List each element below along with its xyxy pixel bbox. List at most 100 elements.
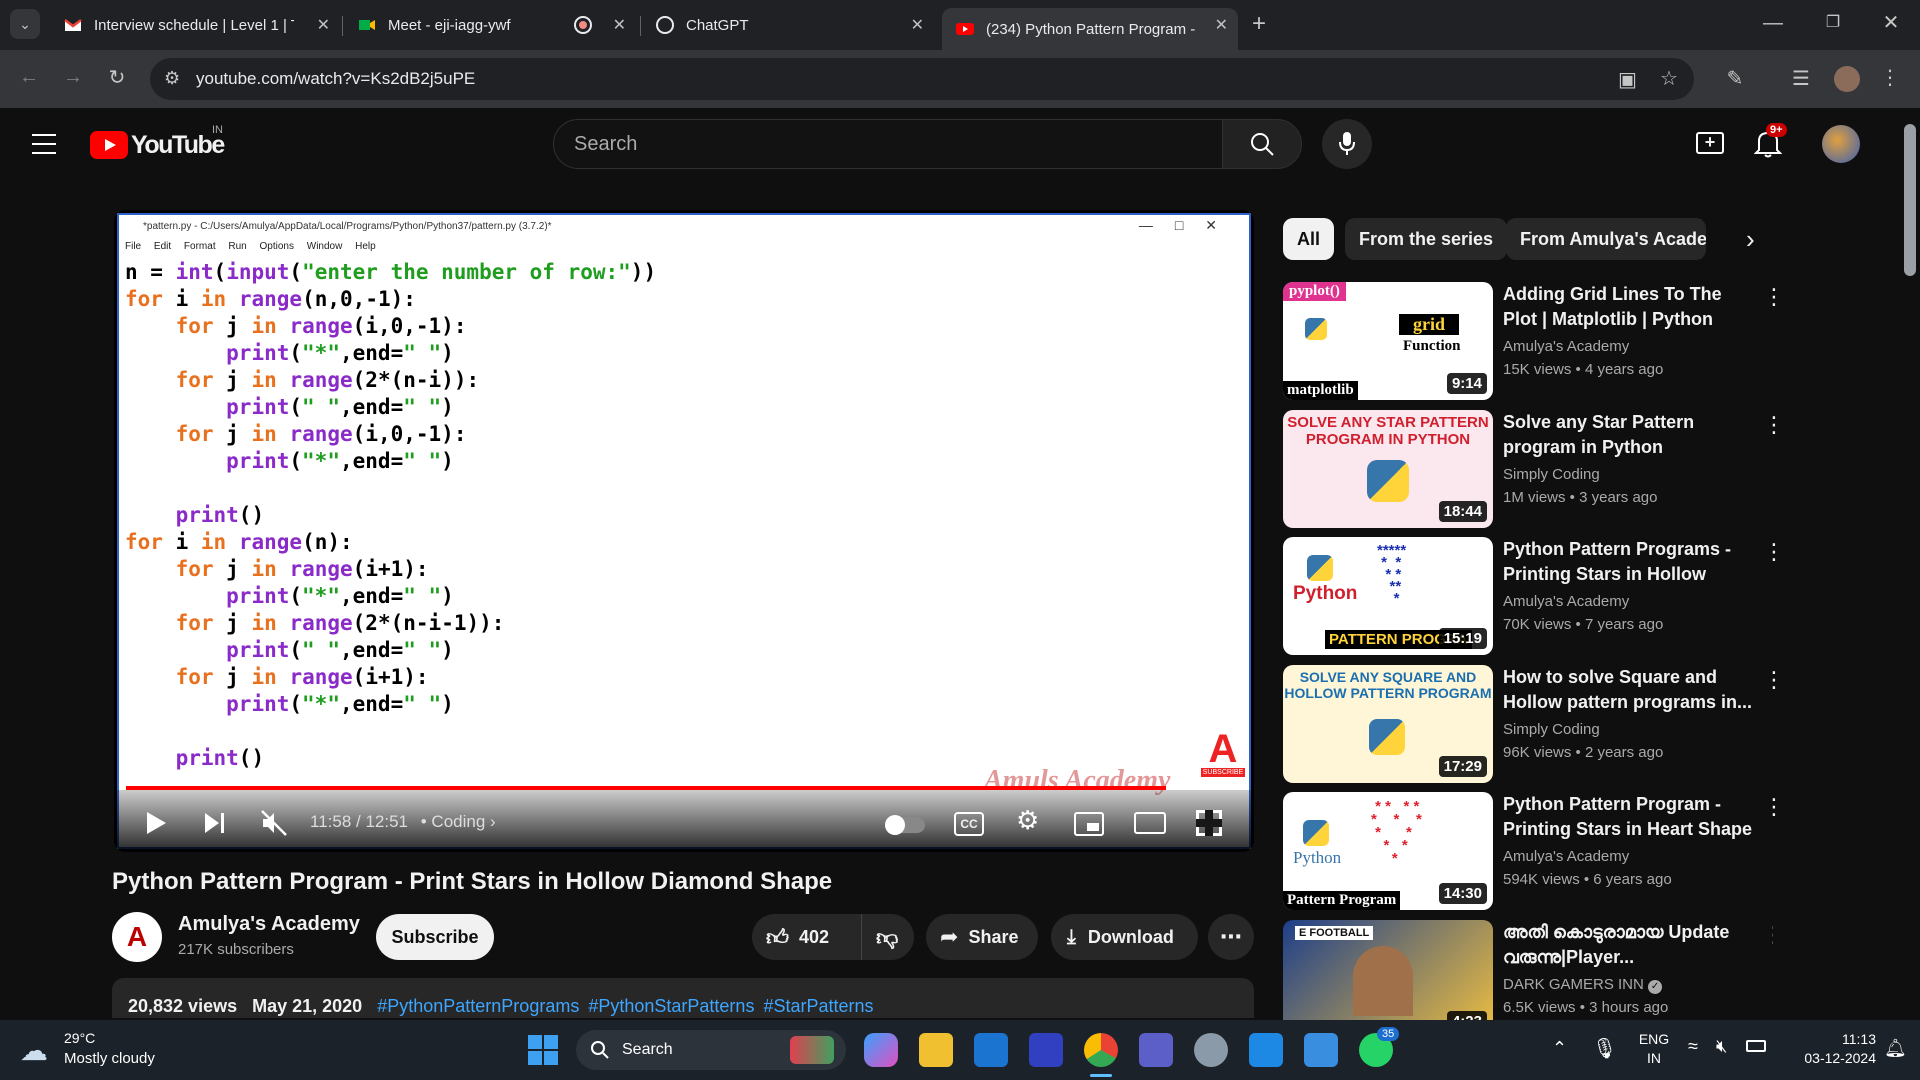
voice-search-button[interactable]	[1322, 119, 1372, 169]
profile-avatar[interactable]	[1834, 66, 1860, 92]
theater-mode-icon[interactable]	[1134, 812, 1166, 834]
recommendation-item[interactable]: Python ***** * * * * ** * PATTERN PROGRA…	[1283, 537, 1785, 655]
download-button[interactable]: ⤓ Download	[1051, 914, 1198, 960]
volume-muted-icon[interactable]: 🔇︎	[1716, 1036, 1727, 1057]
notifications-bell-icon[interactable]: 9+	[1753, 123, 1787, 158]
more-actions-button[interactable]: ⋯	[1208, 914, 1254, 960]
mute-icon[interactable]	[260, 809, 290, 837]
back-icon[interactable]: ←	[14, 66, 44, 89]
more-vertical-icon[interactable]: ⋮	[1763, 412, 1785, 438]
photos-icon[interactable]	[1304, 1033, 1338, 1067]
settings-gear-icon[interactable]: ⚙	[1016, 805, 1039, 836]
recommendation-item[interactable]: Python * * * * * * * * * * * * Pattern Pr…	[1283, 792, 1785, 910]
search-button[interactable]	[1222, 119, 1302, 169]
install-icon[interactable]: ▣	[1618, 67, 1637, 92]
like-dislike-group: 👍︎ 402 👎︎	[752, 914, 914, 960]
hashtag-link[interactable]: #PythonStarPatterns	[588, 996, 754, 1016]
fullscreen-icon[interactable]	[1196, 810, 1222, 836]
next-icon[interactable]	[202, 810, 228, 836]
settings-icon[interactable]	[1194, 1033, 1228, 1067]
play-icon[interactable]	[144, 810, 168, 836]
chrome-icon[interactable]	[1084, 1033, 1118, 1067]
hashtag-link[interactable]: #PythonPatternPrograms	[377, 996, 579, 1016]
start-windows-icon[interactable]	[528, 1035, 558, 1065]
battery-icon[interactable]	[1746, 1040, 1766, 1052]
close-icon[interactable]: ✕	[613, 15, 626, 35]
tray-overflow-icon[interactable]: ⌃	[1552, 1038, 1567, 1059]
new-tab-icon[interactable]: +	[1244, 10, 1274, 38]
more-vertical-icon[interactable]: ⋮	[1763, 667, 1785, 693]
teams-icon[interactable]	[1139, 1033, 1173, 1067]
youtube-logo[interactable]: YouTube IN	[90, 124, 225, 160]
description-box[interactable]: 20,832 views May 21, 2020 #PythonPattern…	[112, 978, 1254, 1018]
url-field[interactable]: ⚙ youtube.com/watch?v=Ks2dB2j5uPE ▣ ☆	[150, 58, 1694, 100]
wifi-icon[interactable]: ≈	[1688, 1036, 1698, 1057]
taskbar-search-box[interactable]: Search	[576, 1030, 846, 1070]
chip-from-the-series[interactable]: From the series	[1345, 218, 1508, 260]
captions-icon[interactable]: CC	[954, 812, 984, 836]
code-line: n = int(input("enter the number of row:"…	[125, 260, 657, 284]
tab-youtube[interactable]: (234) Python Pattern Program - ✕	[942, 8, 1238, 50]
more-vertical-icon[interactable]: ⋮	[1763, 539, 1785, 565]
file-explorer-icon[interactable]	[919, 1033, 953, 1067]
recommendation-item[interactable]: SOLVE ANY STAR PATTERN PROGRAM IN PYTHON…	[1283, 410, 1785, 528]
video-player[interactable]: *pattern.py - C:/Users/Amulya/AppData/Lo…	[114, 210, 1254, 852]
reload-icon[interactable]: ↻	[102, 65, 132, 90]
tab-title: Meet - eji-iagg-ywf	[388, 16, 511, 34]
whatsapp-icon[interactable]: 35	[1359, 1027, 1400, 1067]
download-label: Download	[1087, 926, 1174, 947]
site-info-icon[interactable]: ⚙	[164, 68, 180, 89]
share-button[interactable]: ➦ Share	[926, 914, 1038, 960]
recommendation-item[interactable]: pyplot() grid Function matplotlib 9:14 A…	[1283, 282, 1785, 400]
chip-all[interactable]: All	[1283, 218, 1335, 260]
more-vertical-icon[interactable]: ⋮	[1763, 922, 1773, 948]
weather-widget[interactable]: ☁ 29°C Mostly cloudy	[20, 1030, 170, 1070]
extensions-icon[interactable]: ✎	[1720, 66, 1750, 91]
account-avatar[interactable]	[1822, 125, 1860, 163]
clock[interactable]: 11:13 03-12-2024	[1784, 1030, 1876, 1068]
search-input[interactable]: Search	[553, 119, 1223, 169]
channel-avatar[interactable]: A	[112, 912, 162, 962]
language-indicator[interactable]: ENG IN	[1636, 1030, 1672, 1068]
hamburger-menu-icon[interactable]	[32, 134, 56, 154]
chips-next-icon[interactable]: ›	[1746, 224, 1755, 255]
bookmark-star-icon[interactable]: ☆	[1660, 66, 1678, 91]
chip-from-channel[interactable]: From Amulya's Academy	[1506, 218, 1706, 260]
tab-chatgpt[interactable]: ChatGPT ✕	[642, 8, 934, 42]
vscode-icon[interactable]	[1249, 1033, 1283, 1067]
menu-kebab-icon[interactable]: ⋮	[1878, 65, 1902, 90]
recommendation-item[interactable]: SOLVE ANY SQUARE AND HOLLOW PATTERN PROG…	[1283, 665, 1785, 783]
media-controls-icon[interactable]: ☰	[1786, 66, 1816, 91]
hashtag-link[interactable]: #StarPatterns	[763, 996, 873, 1016]
chapter-link[interactable]: • Coding ›	[421, 812, 496, 831]
tray-microphone-icon[interactable]: 🎙︎	[1592, 1036, 1617, 1061]
like-button[interactable]: 👍︎ 402	[752, 914, 862, 960]
create-video-icon[interactable]: +	[1696, 132, 1724, 154]
close-icon[interactable]: ✕	[911, 15, 924, 35]
minimize-icon[interactable]: —	[1758, 12, 1788, 35]
close-window-icon[interactable]: ✕	[1876, 10, 1906, 35]
heart-pattern-graphic: * * * * * * * * * * * *	[1371, 798, 1422, 867]
recommendation-item[interactable]: E FOOTBALL 4:23 അതി കൊടുരാമായ Update വരു…	[1283, 920, 1773, 1020]
dislike-button[interactable]: 👎︎	[862, 924, 898, 951]
notification-center-icon[interactable]: 🔔︎	[1884, 1038, 1907, 1059]
autoplay-toggle[interactable]	[885, 815, 925, 835]
scrollbar-thumb[interactable]	[1904, 124, 1916, 276]
forward-icon[interactable]: →	[58, 66, 88, 89]
subscribe-button[interactable]: Subscribe	[376, 914, 494, 960]
video-thumbnail: pyplot() grid Function matplotlib 9:14	[1283, 282, 1493, 400]
miniplayer-icon[interactable]	[1074, 812, 1104, 836]
copilot-icon[interactable]	[864, 1033, 898, 1067]
restore-icon[interactable]: ❐	[1818, 12, 1848, 32]
more-vertical-icon[interactable]: ⋮	[1763, 284, 1785, 310]
outlook-icon[interactable]	[974, 1033, 1008, 1067]
more-vertical-icon[interactable]: ⋮	[1763, 794, 1785, 820]
close-icon[interactable]: ✕	[317, 15, 330, 35]
tab-search-icon[interactable]: ⌄	[10, 9, 40, 39]
tab-gmail[interactable]: Interview schedule | Level 1 | Tra ✕	[50, 8, 340, 42]
tab-meet[interactable]: Meet - eji-iagg-ywf ✕	[344, 8, 636, 42]
close-icon[interactable]: ✕	[1215, 15, 1228, 35]
pen-app-icon[interactable]	[1029, 1033, 1063, 1067]
channel-name[interactable]: Amulya's Academy	[178, 913, 360, 936]
